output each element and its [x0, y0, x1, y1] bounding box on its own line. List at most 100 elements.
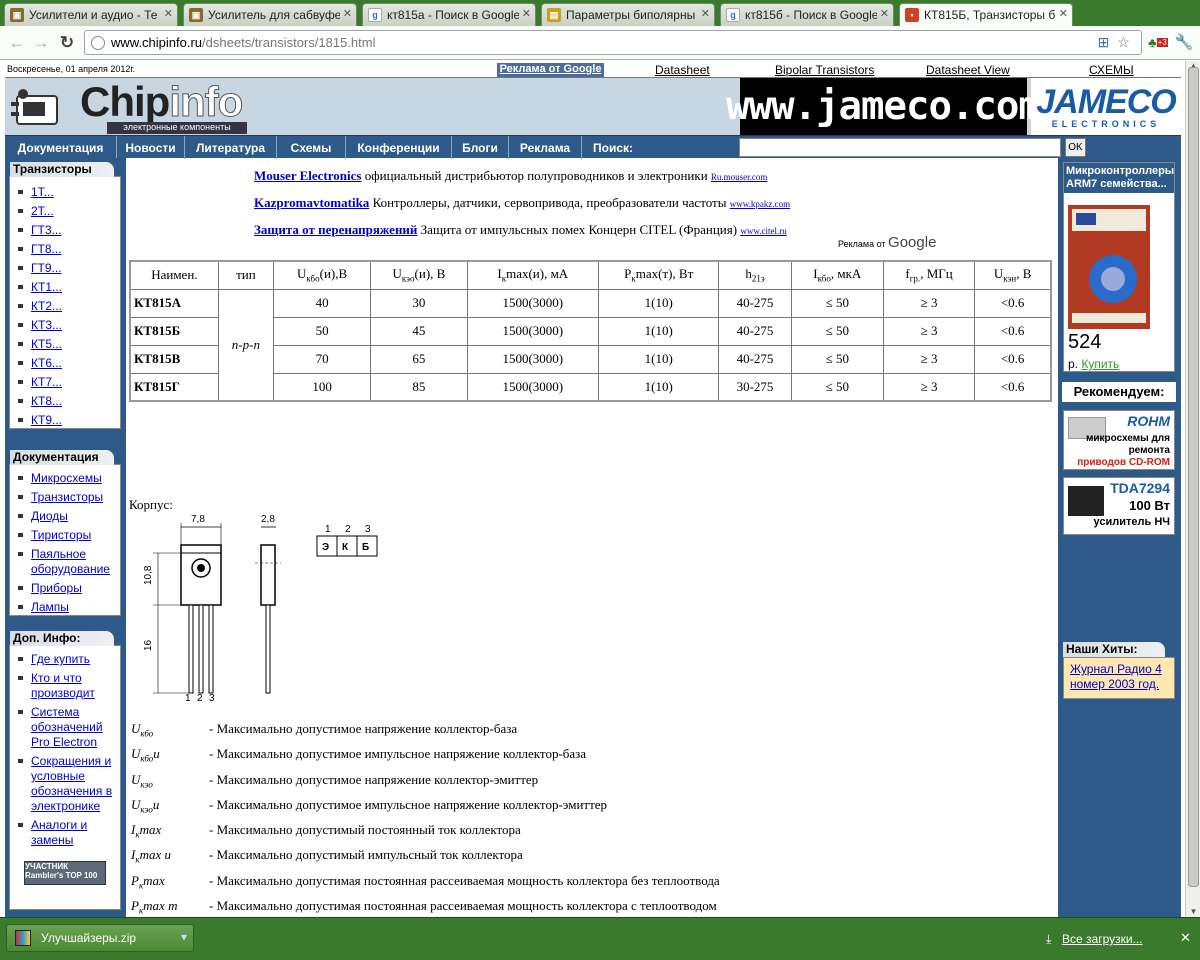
ad-link-3[interactable]: Защита от перенапряжений	[254, 222, 417, 237]
sidebar-item[interactable]: Паяльное оборудование	[10, 547, 120, 577]
sidebar-item[interactable]: Диоды	[10, 509, 120, 524]
promo-box[interactable]: Микроконтроллеры ARM7 семейства... 524 р…	[1063, 162, 1175, 372]
sidebar-item[interactable]: Лампы	[10, 600, 120, 615]
page-scrollbar[interactable]: ▲ ▼	[1185, 61, 1200, 917]
sidebar-item[interactable]: Где купить	[10, 652, 120, 667]
transistor-link[interactable]: ГТ3...	[31, 223, 62, 238]
all-downloads-link[interactable]: Все загрузки...	[1062, 932, 1143, 946]
back-icon[interactable]: ←	[6, 32, 28, 54]
sidebar-item[interactable]: КТ7...	[10, 375, 120, 390]
info-link[interactable]: Аналоги и замены	[31, 818, 120, 848]
extension-icon[interactable]: ♣ +3	[1148, 31, 1168, 53]
ad-url-3[interactable]: www.citel.ru	[740, 226, 786, 236]
sidebar-item[interactable]: Система обозначений Pro Electron	[10, 705, 120, 750]
sidebar-item[interactable]: Транзисторы	[10, 490, 120, 505]
scroll-thumb[interactable]	[1188, 67, 1199, 887]
ad-url-1[interactable]: Ru.mouser.com	[711, 172, 768, 182]
sidebar-item[interactable]: ГТ8...	[10, 242, 120, 257]
nav-ads[interactable]: Реклама	[509, 136, 582, 159]
transistor-link[interactable]: КТ9...	[31, 413, 62, 428]
transistor-link[interactable]: ГТ8...	[31, 242, 62, 257]
info-link[interactable]: Система обозначений Pro Electron	[31, 705, 120, 750]
ad-google-link[interactable]: Реклама от Google	[497, 63, 604, 77]
browser-tab-2[interactable]: ▣ Усилитель для сабвуфе ✕	[183, 3, 357, 26]
wrench-icon[interactable]: 🔧	[1174, 31, 1194, 53]
forward-icon[interactable]: →	[30, 32, 52, 54]
datasheet-view-link[interactable]: Datasheet View	[926, 63, 1010, 77]
sidebar-item[interactable]: 2Т...	[10, 204, 120, 219]
chip-logo-icon[interactable]	[11, 88, 65, 130]
scroll-down-icon[interactable]: ▼	[1188, 907, 1199, 917]
browser-tab-5[interactable]: g кт815б - Поиск в Google ✕	[720, 3, 894, 26]
nav-schemes[interactable]: Схемы	[277, 136, 346, 159]
info-link[interactable]: Кто и что производит	[31, 671, 120, 701]
ad-link-2[interactable]: Kazpromavtomatika	[254, 195, 369, 210]
sidebar-item[interactable]: КТ8...	[10, 394, 120, 409]
sidebar-item[interactable]: 1Т...	[10, 185, 120, 200]
schemes-link[interactable]: СХЕМЫ	[1089, 63, 1134, 77]
buy-link[interactable]: Купить	[1081, 357, 1119, 371]
nav-literature[interactable]: Литература	[185, 136, 277, 159]
bipolar-link[interactable]: Bipolar Transistors	[775, 63, 874, 77]
transistor-link[interactable]: КТ8...	[31, 394, 62, 409]
sidebar-item[interactable]: КТ1...	[10, 280, 120, 295]
rohm-banner[interactable]: ROHM микросхемы для ремонта приводов CD-…	[1063, 410, 1175, 470]
browser-tab-4[interactable]: ▤ Параметры биполярны ✕	[541, 3, 715, 26]
sidebar-item[interactable]: Сокращения и условные обозначения в элек…	[10, 754, 120, 814]
sidebar-item[interactable]: КТ5...	[10, 337, 120, 352]
jameco-logo[interactable]: JAMECO ELECTRONICS	[1031, 78, 1181, 135]
close-tab-icon[interactable]: ✕	[701, 7, 710, 20]
rambler-counter[interactable]: УЧАСТНИК Rambler's TOP 100	[24, 861, 106, 885]
browser-tab-6[interactable]: ▪ КТ815Б, Транзисторы б ✕	[899, 3, 1073, 26]
address-bar[interactable]: www.chipinfo.ru/dsheets/transistors/1815…	[84, 30, 1142, 55]
ads-by-google[interactable]: Реклама от Google	[838, 234, 936, 251]
info-link[interactable]: Сокращения и условные обозначения в элек…	[31, 754, 120, 814]
transistor-link[interactable]: КТ1...	[31, 280, 62, 295]
chevron-down-icon[interactable]: ▾	[181, 930, 187, 944]
transistor-link[interactable]: КТ5...	[31, 337, 62, 352]
sidebar-item[interactable]: КТ3...	[10, 318, 120, 333]
docs-link[interactable]: Лампы	[31, 600, 69, 615]
sidebar-item[interactable]: Приборы	[10, 581, 120, 596]
close-tab-icon[interactable]: ✕	[1059, 7, 1068, 20]
sidebar-item[interactable]: Микросхемы	[10, 471, 120, 486]
sidebar-item[interactable]: Аналоги и замены	[10, 818, 120, 848]
search-input[interactable]	[739, 138, 1061, 157]
translate-icon[interactable]: ⊞	[1095, 34, 1112, 51]
book-cover-image[interactable]	[1068, 205, 1150, 329]
nav-blogs[interactable]: Блоги	[452, 136, 509, 159]
tda-banner[interactable]: TDA7294 100 Вт усилитель НЧ	[1063, 477, 1175, 535]
docs-link[interactable]: Тиристоры	[31, 528, 91, 543]
nav-docs[interactable]: Документация	[5, 136, 117, 159]
docs-link[interactable]: Приборы	[31, 581, 82, 596]
close-tab-icon[interactable]: ✕	[343, 7, 352, 20]
close-icon[interactable]: ✕	[1180, 930, 1191, 946]
docs-link[interactable]: Паяльное оборудование	[31, 547, 120, 577]
transistor-link[interactable]: КТ7...	[31, 375, 62, 390]
transistor-link[interactable]: КТ3...	[31, 318, 62, 333]
nav-news[interactable]: Новости	[117, 136, 185, 159]
docs-link[interactable]: Микросхемы	[31, 471, 102, 486]
transistor-link[interactable]: КТ6...	[31, 356, 62, 371]
nav-conferences[interactable]: Конференции	[346, 136, 452, 159]
jameco-banner[interactable]: www.jameco.com	[726, 78, 1042, 135]
close-tab-icon[interactable]: ✕	[880, 7, 889, 20]
browser-tab-1[interactable]: ▣ Усилители и аудио - Те ✕	[4, 3, 178, 26]
hits-link[interactable]: Журнал Радио 4 номер 2003 год.	[1070, 662, 1162, 691]
sidebar-item[interactable]: ГТ9...	[10, 261, 120, 276]
download-item[interactable]: Улучшайзеры.zip ▾	[6, 924, 194, 952]
docs-link[interactable]: Транзисторы	[31, 490, 103, 505]
sidebar-item[interactable]: КТ6...	[10, 356, 120, 371]
transistor-link[interactable]: ГТ9...	[31, 261, 62, 276]
docs-link[interactable]: Диоды	[31, 509, 68, 524]
ad-link-1[interactable]: Mouser Electronics	[254, 168, 361, 183]
sidebar-item[interactable]: КТ2...	[10, 299, 120, 314]
close-tab-icon[interactable]: ✕	[164, 7, 173, 20]
close-tab-icon[interactable]: ✕	[522, 7, 531, 20]
sidebar-item[interactable]: КТ9...	[10, 413, 120, 428]
reload-icon[interactable]: ↻	[56, 32, 78, 54]
datasheet-link[interactable]: Datasheet	[655, 63, 710, 77]
sidebar-item[interactable]: Кто и что производит	[10, 671, 120, 701]
bookmark-star-icon[interactable]: ☆	[1115, 34, 1132, 51]
promo-title[interactable]: Микроконтроллеры ARM7 семейства...	[1064, 163, 1174, 193]
